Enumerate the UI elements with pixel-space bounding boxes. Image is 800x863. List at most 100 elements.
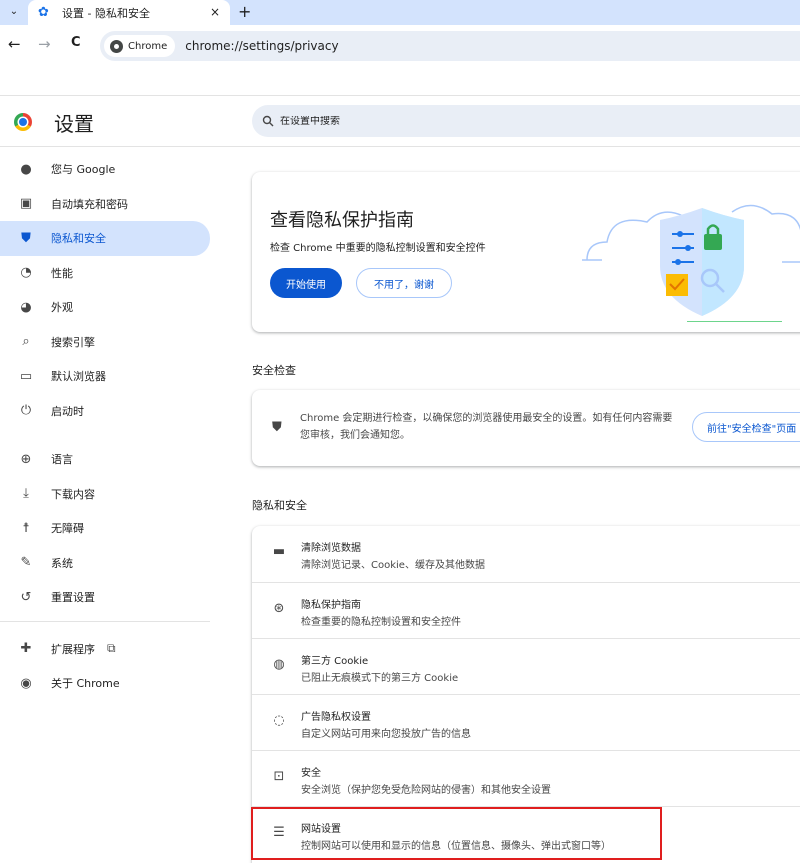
row-subtitle: 自定义网站可用来向您投放广告的信息: [301, 729, 471, 740]
list-item-clear-browsing-data[interactable]: ▬ 清除浏览数据 清除浏览记录、Cookie、缓存及其他数据: [252, 526, 800, 582]
compass-icon: ⊛: [273, 601, 285, 616]
row-subtitle: 清除浏览记录、Cookie、缓存及其他数据: [301, 560, 485, 571]
shield-check-icon: ⛊: [272, 420, 282, 435]
new-tab-button[interactable]: +: [238, 2, 251, 21]
sidebar-item-label: 隐私和安全: [51, 232, 106, 246]
chrome-icon: ◉: [20, 675, 32, 691]
clipboard-icon: ▣: [19, 196, 33, 212]
sidebar-item-default-browser[interactable]: ▭ 默认浏览器: [0, 359, 210, 394]
sidebar-item-label: 关于 Chrome: [51, 677, 120, 691]
sidebar-item-appearance[interactable]: ◕ 外观: [0, 290, 210, 325]
sidebar-item-accessibility[interactable]: ☨ 无障碍: [0, 511, 210, 546]
sidebar-item-performance[interactable]: ◔ 性能: [0, 256, 210, 291]
start-button[interactable]: 开始使用: [270, 268, 342, 298]
settings-header: 设置: [0, 95, 800, 147]
reset-icon: ↺: [20, 589, 32, 605]
sidebar-item-system[interactable]: ✎ 系统: [0, 546, 210, 581]
tab-settings[interactable]: ✿ 设置 - 隐私和安全 ×: [28, 0, 230, 25]
privacy-guide-illustration-icon: [582, 204, 800, 322]
row-subtitle: 已阻止无痕模式下的第三方 Cookie: [301, 673, 459, 684]
row-title: 隐私保护指南: [301, 600, 361, 611]
promo-subtitle: 检查 Chrome 中重要的隐私控制设置和安全控件: [270, 243, 486, 254]
chrome-icon: [110, 39, 123, 53]
search-field[interactable]: [252, 105, 800, 137]
sidebar-item-languages[interactable]: ⊕ 语言: [0, 442, 210, 477]
sidebar-item-autofill[interactable]: ▣ 自动填充和密码: [0, 187, 210, 222]
row-title: 广告隐私权设置: [301, 712, 371, 723]
chrome-chip[interactable]: Chrome: [104, 35, 176, 57]
chrome-logo-icon: [14, 113, 32, 131]
sidebar-item-label: 搜索引擎: [51, 335, 95, 349]
chip-label: Chrome: [128, 40, 168, 52]
search-input[interactable]: [280, 115, 680, 127]
sidebar-item-label: 系统: [51, 556, 73, 570]
sidebar-item-label: 外观: [51, 301, 73, 315]
toolbar: ← → C Chrome chrome://settings/privacy: [0, 25, 800, 67]
power-icon: ⏻: [20, 403, 32, 419]
page-title: 设置: [54, 112, 94, 136]
no-thanks-button[interactable]: 不用了，谢谢: [356, 268, 452, 298]
sidebar-item-privacy[interactable]: ⛊ 隐私和安全: [0, 221, 210, 256]
external-link-icon: ⧉: [107, 641, 116, 656]
address-bar[interactable]: Chrome chrome://settings/privacy: [100, 31, 800, 61]
sidebar-item-about-chrome[interactable]: ◉ 关于 Chrome: [0, 666, 210, 701]
palette-icon: ◕: [20, 299, 32, 315]
lock-icon: ⊡: [273, 769, 285, 784]
list-item-ad-privacy[interactable]: ◌ 广告隐私权设置 自定义网站可用来向您投放广告的信息: [252, 694, 800, 750]
sidebar-item-label: 您与 Google: [51, 163, 116, 177]
list-item-security[interactable]: ⊡ 安全 安全浏览（保护您免受危险网站的侵害）和其他安全设置: [252, 750, 800, 806]
row-title: 第三方 Cookie: [301, 656, 369, 667]
back-button[interactable]: ←: [8, 35, 21, 53]
search-icon: [262, 115, 274, 127]
promo-title: 查看隐私保护指南: [270, 210, 414, 231]
sidebar-item-label: 重置设置: [51, 591, 95, 605]
safety-check-card: ⛊ Chrome 会定期进行检查，以确保您的浏览器使用最安全的设置。如有任何内容…: [252, 390, 800, 466]
sidebar-item-label: 启动时: [51, 404, 84, 418]
sidebar-item-label: 默认浏览器: [51, 370, 106, 384]
row-subtitle: 检查重要的隐私控制设置和安全控件: [301, 617, 461, 628]
speedometer-icon: ◔: [20, 265, 32, 281]
tab-search-chevron-icon[interactable]: ⌄: [4, 2, 24, 20]
row-title: 安全: [301, 768, 321, 779]
gear-icon: ✿: [38, 5, 49, 20]
shield-icon: ⛊: [21, 230, 31, 246]
sidebar-item-label: 自动填充和密码: [51, 197, 128, 211]
sidebar-item-label: 无障碍: [51, 522, 84, 536]
sidebar-item-label: 扩展程序: [51, 642, 95, 656]
puzzle-icon: ✚: [20, 641, 32, 657]
cookie-icon: ◍: [273, 657, 285, 672]
sidebar-item-label: 性能: [51, 266, 73, 280]
row-title: 清除浏览数据: [301, 543, 361, 554]
sidebar-item-downloads[interactable]: ⤓ 下载内容: [0, 477, 210, 512]
sidebar-item-on-startup[interactable]: ⏻ 启动时: [0, 394, 210, 429]
go-to-safety-check-button[interactable]: 前往"安全检查"页面: [692, 412, 800, 442]
list-item-third-party-cookies[interactable]: ◍ 第三方 Cookie 已阻止无痕模式下的第三方 Cookie: [252, 638, 800, 694]
sidebar-item-extensions[interactable]: ✚ 扩展程序 ⧉: [0, 632, 210, 667]
ad-privacy-icon: ◌: [273, 713, 285, 728]
sidebar-item-you-and-google[interactable]: ● 您与 Google: [0, 152, 210, 187]
safety-check-description: Chrome 会定期进行检查，以确保您的浏览器使用最安全的设置。如有任何内容需要…: [300, 413, 673, 441]
sidebar-item-label: 下载内容: [51, 487, 95, 501]
tab-strip: ⌄ ✿ 设置 - 隐私和安全 × +: [0, 0, 800, 25]
safety-check-heading: 安全检查: [252, 364, 296, 377]
list-item-privacy-guide[interactable]: ⊛ 隐私保护指南 检查重要的隐私控制设置和安全控件: [252, 582, 800, 638]
reload-button[interactable]: C: [71, 35, 81, 50]
accessibility-icon: ☨: [22, 520, 30, 536]
download-icon: ⤓: [23, 486, 29, 502]
close-icon[interactable]: ×: [210, 5, 220, 19]
privacy-guide-promo-card: 查看隐私保护指南 检查 Chrome 中重要的隐私控制设置和安全控件 开始使用 …: [252, 172, 800, 332]
sidebar-divider: [0, 620, 210, 622]
sidebar-item-reset[interactable]: ↺ 重置设置: [0, 580, 210, 615]
url-text[interactable]: chrome://settings/privacy: [185, 39, 338, 53]
person-icon: ●: [20, 161, 32, 177]
search-icon: ⌕: [22, 334, 30, 350]
forward-button[interactable]: →: [38, 35, 51, 53]
trash-icon: ▬: [272, 544, 286, 559]
site-settings-highlight-box: [251, 807, 662, 860]
sidebar-item-search-engine[interactable]: ⌕ 搜索引擎: [0, 325, 210, 360]
privacy-security-heading: 隐私和安全: [252, 499, 307, 512]
sidebar-item-label: 语言: [51, 453, 73, 467]
browser-icon: ▭: [19, 368, 33, 384]
sidebar: ● 您与 Google ▣ 自动填充和密码 ⛊ 隐私和安全 ◔ 性能 ◕ 外观 ⌕ 搜索引擎…: [0, 152, 212, 701]
